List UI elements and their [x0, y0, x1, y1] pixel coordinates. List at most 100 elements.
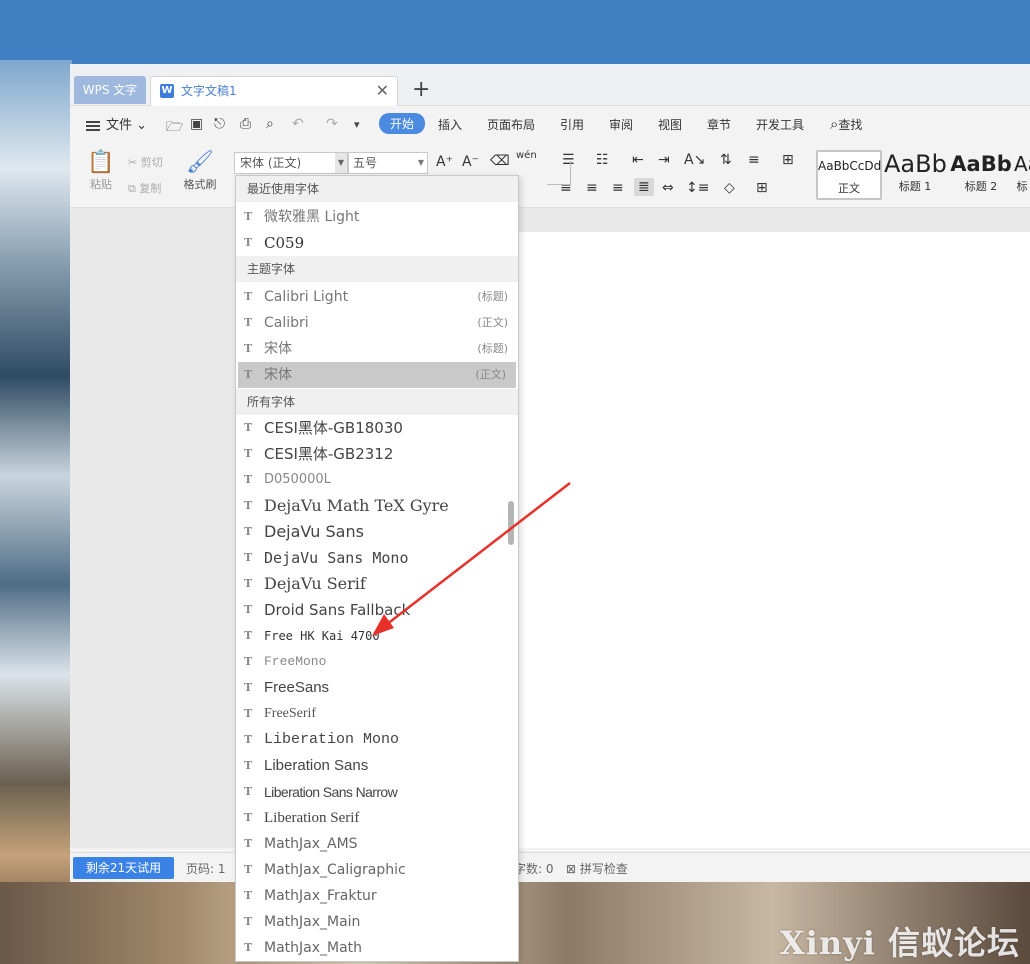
distributed-icon[interactable]: ⇔: [662, 180, 674, 196]
clear-format-icon[interactable]: ⌫: [490, 153, 510, 169]
new-tab-button[interactable]: +: [412, 76, 430, 104]
trial-remaining-button[interactable]: 剩余21天试用: [73, 857, 174, 879]
font-size-dropdown-icon[interactable]: ▼: [418, 153, 424, 173]
align-justify-icon[interactable]: ≣: [634, 178, 654, 196]
font-option[interactable]: T D050000L: [236, 467, 518, 493]
increase-indent-icon[interactable]: ⇥: [658, 152, 670, 168]
undo-icon[interactable]: ↶: [292, 116, 304, 132]
font-option[interactable]: T Liberation Serif: [236, 805, 518, 831]
font-option[interactable]: T DejaVu Sans: [236, 519, 518, 545]
text-direction-icon[interactable]: A↘: [684, 152, 705, 168]
font-type-icon: T: [244, 577, 253, 590]
align-right-icon[interactable]: ≡: [612, 180, 624, 196]
numbered-list-icon[interactable]: ☷: [596, 152, 609, 168]
font-option[interactable]: T CESI黑体-GB18030: [236, 415, 518, 441]
style-heading-3[interactable]: Aa 标: [1014, 150, 1030, 200]
grow-font-icon[interactable]: A⁺: [436, 154, 453, 170]
tab-insert[interactable]: 插入: [438, 116, 462, 133]
format-painter-button[interactable]: 🖌 格式刷: [180, 150, 220, 192]
font-option-highlighted[interactable]: T 宋体 (正文): [238, 362, 516, 388]
font-option[interactable]: T MathJax_Fraktur: [236, 883, 518, 909]
search-button[interactable]: ⌕查找: [830, 115, 862, 133]
font-name-value: 宋体 (正文): [240, 156, 302, 170]
quick-access-more-icon[interactable]: ▾: [354, 118, 360, 131]
borders-icon[interactable]: ⊞: [756, 180, 768, 196]
file-menu-button[interactable]: 文件 ⌄: [86, 114, 147, 133]
align-center-icon[interactable]: ≡: [586, 180, 598, 196]
font-type-icon: T: [244, 629, 253, 642]
font-type-icon: T: [244, 733, 253, 746]
font-option[interactable]: T DejaVu Math TeX Gyre: [236, 493, 518, 519]
tab-developer-tools[interactable]: 开发工具: [756, 116, 804, 133]
font-option[interactable]: T Liberation Sans Narrow: [236, 779, 518, 805]
tab-home[interactable]: 开始: [379, 113, 426, 134]
print-preview-icon[interactable]: ⌕: [266, 116, 274, 132]
copy-button[interactable]: ⧉ 复制: [128, 180, 161, 196]
cut-button[interactable]: ✂ 剪切: [128, 154, 163, 170]
redo-icon[interactable]: ↷: [326, 116, 338, 132]
tab-wps-home[interactable]: WPS 文字: [74, 76, 146, 104]
font-type-icon: T: [244, 290, 253, 303]
tab-references[interactable]: 引用: [560, 116, 584, 133]
font-option[interactable]: T FreeMono: [236, 649, 518, 675]
font-option[interactable]: T Droid Sans Fallback: [236, 597, 518, 623]
font-option[interactable]: T MathJax_Caligraphic: [236, 857, 518, 883]
border-table-icon[interactable]: ⊞: [782, 152, 794, 168]
style-heading-2[interactable]: AaBb 标题 2: [948, 150, 1014, 200]
font-option-label: Calibri: [264, 315, 309, 331]
font-name-select[interactable]: 宋体 (正文) ▼: [234, 152, 348, 174]
print-icon[interactable]: ⎙: [240, 116, 251, 132]
styles-gallery: AaBbCcDd 正文 AaBb 标题 1 AaBb 标题 2 Aa 标: [816, 150, 1030, 200]
document-page[interactable]: [488, 232, 1030, 848]
word-count-status[interactable]: 字数: 0: [514, 860, 554, 877]
font-option-label: 宋体: [264, 341, 292, 357]
style-normal-name: 正文: [838, 182, 860, 195]
shading-icon[interactable]: ◇: [724, 180, 735, 196]
tab-view[interactable]: 视图: [658, 116, 682, 133]
tab-page-layout[interactable]: 页面布局: [487, 116, 535, 133]
export-icon[interactable]: ⎋: [214, 116, 225, 132]
dropdown-scrollbar-thumb[interactable]: [508, 501, 514, 545]
font-option[interactable]: T DejaVu Serif: [236, 571, 518, 597]
font-option[interactable]: T MathJax_Main: [236, 909, 518, 935]
save-icon[interactable]: ▣: [190, 116, 203, 132]
font-type-icon: T: [244, 759, 253, 772]
font-option[interactable]: T Free HK Kai 4700: [236, 623, 518, 649]
tab-chapter[interactable]: 章节: [707, 116, 731, 133]
style-normal[interactable]: AaBbCcDd 正文: [816, 150, 882, 200]
font-type-icon: T: [244, 316, 253, 329]
font-option[interactable]: T 宋体 (标题): [236, 336, 518, 362]
decrease-indent-icon[interactable]: ⇤: [632, 152, 644, 168]
file-menu-label: 文件: [106, 118, 133, 133]
style-heading-1[interactable]: AaBb 标题 1: [884, 150, 946, 200]
font-option[interactable]: T CESI黑体-GB2312: [236, 441, 518, 467]
font-option[interactable]: T FreeSans: [236, 675, 518, 701]
line-distribution-icon[interactable]: ≡: [748, 152, 760, 168]
status-bar: 剩余21天试用 页码: 1 字数: 0 ⊠ 拼写检查: [70, 852, 1030, 882]
font-option-label: Liberation Serif: [264, 810, 360, 826]
font-option[interactable]: T MathJax_Math: [236, 935, 518, 961]
tab-document[interactable]: W 文字文稿1 ✕: [150, 76, 398, 106]
shrink-font-icon[interactable]: A⁻: [462, 154, 479, 170]
font-option[interactable]: T Calibri (正文): [236, 310, 518, 336]
close-tab-icon[interactable]: ✕: [376, 77, 389, 105]
sort-icon[interactable]: ⇅: [720, 152, 732, 168]
open-folder-icon[interactable]: 🗁: [166, 116, 183, 140]
font-size-select[interactable]: 五号 ▼: [348, 152, 428, 174]
paste-button[interactable]: 📋 粘贴: [84, 150, 118, 192]
font-option[interactable]: T C059: [236, 230, 518, 256]
line-spacing-icon[interactable]: ↕≡: [686, 180, 709, 196]
tab-review[interactable]: 审阅: [609, 116, 633, 133]
phonetic-guide-icon[interactable]: wén: [516, 150, 537, 161]
page-number-status[interactable]: 页码: 1: [186, 860, 226, 877]
font-option[interactable]: T Calibri Light (标题): [236, 284, 518, 310]
font-option[interactable]: T Liberation Mono: [236, 727, 518, 753]
font-option[interactable]: T MathJax_AMS: [236, 831, 518, 857]
spell-check-button[interactable]: ⊠ 拼写检查: [566, 860, 628, 877]
font-option[interactable]: T Liberation Sans: [236, 753, 518, 779]
font-option[interactable]: T 微软雅黑 Light: [236, 204, 518, 230]
font-option-label: Liberation Sans Narrow: [264, 784, 398, 800]
font-name-dropdown-icon[interactable]: ▼: [335, 153, 347, 173]
font-option[interactable]: T DejaVu Sans Mono: [236, 545, 518, 571]
font-option[interactable]: T FreeSerif: [236, 701, 518, 727]
